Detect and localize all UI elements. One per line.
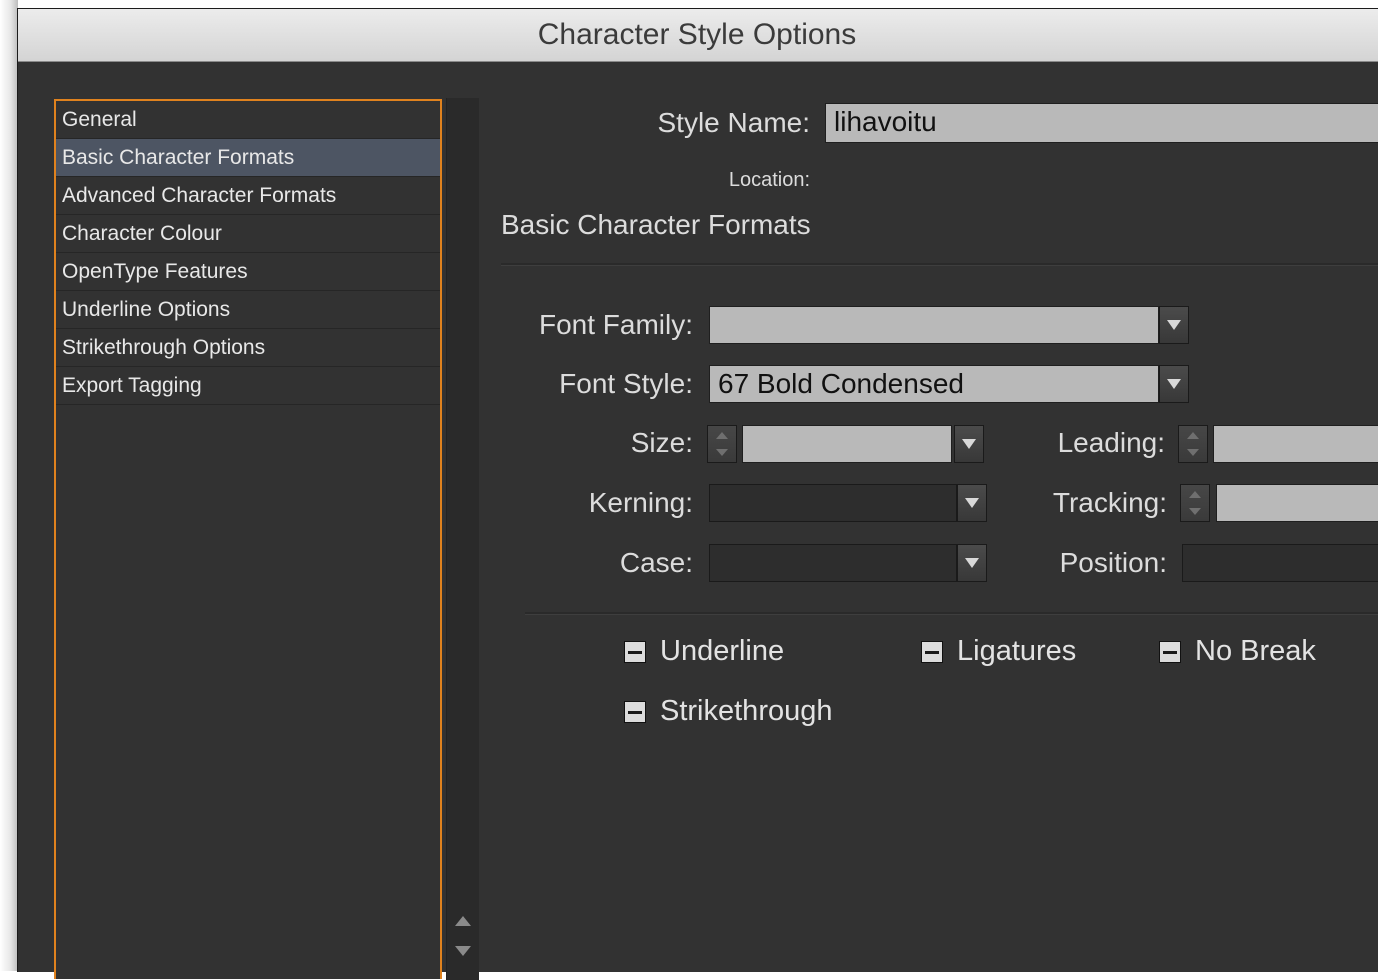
- sidebar-item-opentype-features[interactable]: OpenType Features: [56, 253, 440, 291]
- section-title: Basic Character Formats: [501, 209, 811, 240]
- underline-label: Underline: [660, 635, 785, 667]
- kerning-label: Kerning:: [588, 487, 693, 518]
- category-list: General Basic Character Formats Advanced…: [54, 99, 442, 979]
- leading-stepper[interactable]: [1178, 425, 1208, 463]
- sidebar-scrollbar[interactable]: [446, 98, 479, 980]
- no-break-label: No Break: [1195, 635, 1316, 667]
- arrow-up-icon[interactable]: [1187, 432, 1199, 439]
- location-label: Location:: [728, 169, 810, 191]
- tracking-field[interactable]: [1216, 484, 1378, 522]
- mixed-checkbox-icon[interactable]: [921, 640, 943, 663]
- case-label: Case:: [619, 547, 693, 578]
- size-stepper[interactable]: [707, 425, 737, 463]
- style-name-input[interactable]: lihavoitu: [825, 103, 1378, 143]
- sidebar-item-basic-character-formats[interactable]: Basic Character Formats: [56, 139, 440, 177]
- font-style-label: Font Style:: [559, 368, 693, 399]
- strikethrough-checkbox[interactable]: Strikethrough: [624, 695, 833, 728]
- style-name-label: Style Name:: [657, 107, 811, 138]
- font-family-label: Font Family:: [538, 309, 693, 340]
- case-field[interactable]: [709, 544, 957, 582]
- title-bar[interactable]: Character Style Options: [18, 9, 1378, 62]
- window-shadow: [0, 0, 18, 971]
- sidebar-item-export-tagging[interactable]: Export Tagging: [56, 367, 440, 405]
- leading-field[interactable]: [1213, 425, 1378, 463]
- position-label: Position:: [1059, 547, 1167, 578]
- case-dropdown-button[interactable]: [957, 544, 987, 582]
- chevron-down-icon: [1167, 379, 1181, 389]
- arrow-down-icon[interactable]: [716, 449, 728, 456]
- chevron-down-icon: [1167, 320, 1181, 330]
- sidebar-item-strikethrough-options[interactable]: Strikethrough Options: [56, 329, 440, 367]
- window-title: Character Style Options: [537, 18, 857, 51]
- mixed-checkbox-icon[interactable]: [1159, 640, 1181, 663]
- mixed-checkbox-icon[interactable]: [624, 700, 646, 723]
- ligatures-label: Ligatures: [957, 635, 1077, 667]
- font-style-field[interactable]: 67 Bold Condensed: [709, 365, 1159, 403]
- sidebar-item-advanced-character-formats[interactable]: Advanced Character Formats: [56, 177, 440, 215]
- mixed-checkbox-icon[interactable]: [624, 640, 646, 663]
- tracking-label: Tracking:: [1052, 487, 1167, 518]
- section-divider: [501, 263, 1378, 266]
- size-label: Size:: [630, 427, 693, 458]
- arrow-up-icon[interactable]: [716, 432, 728, 439]
- kerning-dropdown-button[interactable]: [957, 484, 987, 522]
- size-field[interactable]: [742, 425, 952, 463]
- scroll-down-icon[interactable]: [455, 946, 471, 956]
- underline-checkbox[interactable]: Underline: [624, 635, 784, 668]
- chevron-down-icon: [965, 498, 979, 508]
- ligatures-checkbox[interactable]: Ligatures: [921, 635, 1076, 668]
- scroll-up-icon[interactable]: [455, 916, 471, 926]
- character-style-options-dialog: Character Style Options General Basic Ch…: [17, 8, 1378, 980]
- arrow-down-icon[interactable]: [1189, 508, 1201, 515]
- chevron-down-icon: [965, 558, 979, 568]
- tracking-stepper[interactable]: [1180, 484, 1210, 522]
- font-family-dropdown-button[interactable]: [1159, 306, 1189, 344]
- size-dropdown-button[interactable]: [954, 425, 984, 463]
- font-family-field[interactable]: [709, 306, 1159, 344]
- strikethrough-label: Strikethrough: [660, 695, 833, 727]
- kerning-field[interactable]: [709, 484, 957, 522]
- position-field[interactable]: [1182, 544, 1378, 582]
- sidebar-item-general[interactable]: General: [56, 101, 440, 139]
- sidebar-item-underline-options[interactable]: Underline Options: [56, 291, 440, 329]
- arrow-up-icon[interactable]: [1189, 491, 1201, 498]
- no-break-checkbox[interactable]: No Break: [1159, 635, 1316, 668]
- leading-label: Leading:: [1057, 427, 1165, 458]
- font-style-dropdown-button[interactable]: [1159, 365, 1189, 403]
- options-divider: [525, 612, 1378, 615]
- chevron-down-icon: [962, 439, 976, 449]
- arrow-down-icon[interactable]: [1187, 449, 1199, 456]
- sidebar-item-character-colour[interactable]: Character Colour: [56, 215, 440, 253]
